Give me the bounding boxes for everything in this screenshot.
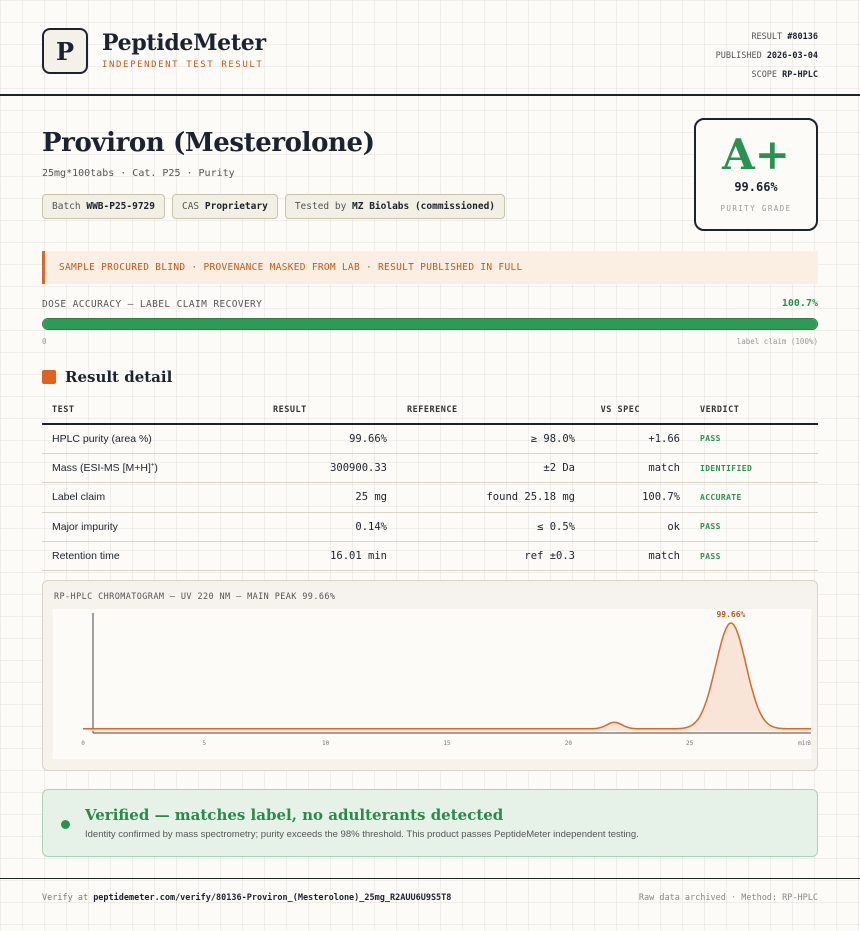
dose-accuracy-value: 100.7%: [781, 298, 818, 309]
table-row: Label claim 25 mg found 25.18 mg 100.7% …: [42, 482, 818, 513]
peak-label: 99.66%: [716, 610, 745, 619]
cell-verdict: ACCURATE: [690, 482, 818, 513]
cell-test: Retention time: [42, 541, 263, 572]
verified-dot-icon: [61, 820, 70, 829]
cell-reference: ±2 Da: [397, 453, 585, 484]
grade-letter: A+: [722, 130, 790, 179]
table-row: Major impurity 0.14% ≤ 0.5% ok PASS: [42, 512, 818, 543]
col-vs-spec: VS SPEC: [585, 397, 690, 425]
chromatogram-title: RP-HPLC CHROMATOGRAM — UV 220 NM — MAIN …: [54, 592, 336, 602]
purity-grade-card: A+ 99.66% PURITY GRADE: [694, 118, 818, 231]
table-row: HPLC purity (area %) 99.66% ≥ 98.0% +1.6…: [42, 424, 818, 454]
grade-label: PURITY GRADE: [720, 204, 792, 213]
x-tick-label: 20: [565, 740, 573, 747]
cell-test: Mass (ESI-MS [M+H]+): [42, 453, 263, 484]
col-reference: REFERENCE: [397, 397, 585, 425]
cell-test: Major impurity: [42, 512, 263, 543]
cell-reference: found 25.18 mg: [397, 482, 585, 513]
grade-percent: 99.66%: [734, 180, 778, 194]
product-title: Proviron (Mesterolone): [42, 128, 375, 158]
dose-progress-fill: [43, 319, 817, 329]
x-tick-label: 5: [203, 740, 207, 747]
dose-accuracy-label: DOSE ACCURACY — LABEL CLAIM RECOVERY: [42, 299, 263, 310]
result-meta: RESULT #80136 PUBLISHED 2026-03-04 SCOPE…: [716, 28, 818, 85]
cell-result: 99.66%: [263, 424, 397, 454]
dose-progress-track: [42, 318, 818, 330]
x-tick-label: 0: [81, 740, 85, 747]
brand-name: PeptideMeter: [102, 30, 266, 56]
table-header-row: TEST RESULT REFERENCE VS SPEC VERDICT: [42, 397, 818, 425]
tested-by-chip: Tested by MZ Biolabs (commissioned): [284, 194, 506, 219]
x-tick-label: 15: [443, 740, 451, 747]
report-footer: Verify at peptidemeter.com/verify/80136-…: [0, 878, 860, 903]
cell-result: 16.01 min: [263, 541, 397, 572]
cell-verdict: PASS: [690, 541, 818, 572]
meta-scope: SCOPE RP-HPLC: [751, 70, 818, 80]
verified-subtitle: Identity confirmed by mass spectrometry;…: [85, 829, 639, 840]
batch-chip: Batch WWB-P25-9729: [42, 194, 165, 219]
section-marker-icon: [42, 370, 56, 384]
chart-background: [53, 609, 811, 759]
table-row: Mass (ESI-MS [M+H]+) 300900.33 ±2 Da mat…: [42, 453, 818, 484]
table-row: Retention time 16.01 min ref ±0.3 match …: [42, 541, 818, 572]
product-chips: Batch WWB-P25-9729 CAS Proprietary Teste…: [42, 194, 506, 219]
cell-result: 0.14%: [263, 512, 397, 543]
chromatogram-panel: RP-HPLC CHROMATOGRAM — UV 220 NM — MAIN …: [42, 580, 818, 771]
meta-result: RESULT #80136: [751, 32, 818, 42]
cell-vs-spec: match: [585, 541, 690, 572]
chromatogram-chart: 051015202530min99.66%: [53, 609, 811, 759]
result-detail-heading: Result detail: [42, 368, 172, 386]
meta-published: PUBLISHED 2026-03-04: [715, 51, 818, 61]
cell-vs-spec: match: [585, 453, 690, 484]
x-unit-label: min: [798, 740, 809, 747]
section-title: Result detail: [65, 368, 173, 386]
cell-vs-spec: +1.66: [585, 424, 690, 454]
verified-banner: Verified — matches label, no adulterants…: [42, 789, 818, 857]
verify-url[interactable]: peptidemeter.com/verify/80136-Proviron_(…: [93, 893, 451, 903]
report-header: P PeptideMeter INDEPENDENT TEST RESULT R…: [0, 0, 860, 96]
product-subtitle: 25mg*100tabs · Cat. P25 · Purity: [42, 168, 235, 179]
x-tick-label: 25: [686, 740, 694, 747]
cell-verdict: IDENTIFIED: [690, 453, 818, 484]
col-result: RESULT: [263, 397, 397, 425]
cell-result: 300900.33: [263, 453, 397, 484]
cell-result: 25 mg: [263, 482, 397, 513]
x-tick-label: 10: [322, 740, 330, 747]
col-verdict: VERDICT: [690, 397, 818, 425]
dose-max-label: label claim (100%): [736, 337, 818, 346]
cell-vs-spec: ok: [585, 512, 690, 543]
cell-verdict: PASS: [690, 512, 818, 543]
cas-chip: CAS Proprietary: [171, 194, 278, 219]
cell-reference: ref ±0.3: [397, 541, 585, 572]
cell-test: HPLC purity (area %): [42, 424, 263, 454]
cell-verdict: PASS: [690, 424, 818, 454]
cell-test: Label claim: [42, 482, 263, 513]
footer-method: Raw data archived · Method: RP-HPLC: [638, 893, 818, 903]
cell-reference: ≥ 98.0%: [397, 424, 585, 454]
results-table: TEST RESULT REFERENCE VS SPEC VERDICT HP…: [42, 397, 818, 572]
brand-tagline: INDEPENDENT TEST RESULT: [102, 60, 264, 70]
blind-sample-notice: SAMPLE PROCURED BLIND · PROVENANCE MASKE…: [42, 251, 818, 284]
cell-reference: ≤ 0.5%: [397, 512, 585, 543]
cell-vs-spec: 100.7%: [585, 482, 690, 513]
dose-min-label: 0: [42, 337, 47, 346]
brand-logo: P: [42, 28, 88, 74]
col-test: TEST: [42, 397, 263, 425]
verify-link-text: Verify at peptidemeter.com/verify/80136-…: [42, 893, 452, 903]
verified-title: Verified — matches label, no adulterants…: [85, 806, 504, 824]
